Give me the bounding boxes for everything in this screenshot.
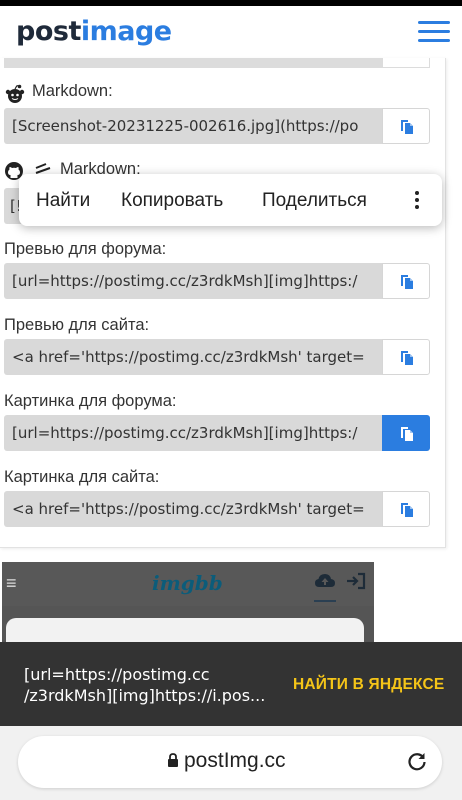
copy-icon <box>401 503 413 517</box>
copy-button[interactable] <box>382 263 430 299</box>
search-in-yandex-button[interactable]: НАЙТИ В ЯНДЕКСЕ <box>293 676 444 694</box>
find-action[interactable]: Найти <box>36 190 90 212</box>
share-action[interactable]: Поделиться <box>262 190 367 212</box>
site-preview-label: Превью для сайта: <box>4 316 150 334</box>
preview-header: ≡ imgbb <box>2 562 374 606</box>
site-header: postimage <box>0 6 462 58</box>
forum-image-field[interactable]: [url=https://postimg.cc/z3rdkMsh][img]ht… <box>4 415 382 451</box>
copy-icon <box>401 275 413 289</box>
preview-imgbb-logo: imgbb <box>152 571 223 595</box>
lock-icon <box>168 753 178 767</box>
search-snackbar: [url=https://postimg.cc /z3rdkMsh][img]h… <box>0 642 462 726</box>
preview-menu-glyph: ≡ <box>6 573 17 593</box>
copy-icon <box>401 351 413 365</box>
reddit-icon <box>5 84 25 103</box>
copy-icon <box>401 427 413 441</box>
login-icon <box>347 572 366 590</box>
more-vertical-icon[interactable] <box>407 188 427 212</box>
snackbar-line-2: /z3rdkMsh][img]https://i.pos... <box>24 686 266 705</box>
logo-text-post: post <box>16 16 81 47</box>
logo-text-image: image <box>80 16 172 47</box>
hamburger-icon[interactable] <box>418 20 450 44</box>
forum-preview-label: Превью для форума: <box>4 240 167 258</box>
preview-tab-indicator <box>314 600 336 602</box>
site-image-label: Картинка для сайта: <box>4 468 160 486</box>
copy-button-active[interactable] <box>382 415 430 451</box>
site-preview-field[interactable]: <a href='https://postimg.cc/z3rdkMsh' ta… <box>4 339 382 375</box>
previous-copy-button[interactable] <box>382 58 430 68</box>
markdown-reddit-label: Markdown: <box>32 82 113 100</box>
browser-bottom-bar: postImg.cc <box>0 726 462 800</box>
forum-preview-field[interactable]: [url=https://postimg.cc/z3rdkMsh][img]ht… <box>4 263 382 299</box>
markdown-reddit-field[interactable]: [Screenshot-20231225-002616.jpg](https:/… <box>4 108 382 144</box>
reload-icon[interactable] <box>406 750 428 772</box>
site-image-field[interactable]: <a href='https://postimg.cc/z3rdkMsh' ta… <box>4 491 382 527</box>
url-text: postImg.cc <box>184 749 286 772</box>
cloud-upload-icon <box>315 574 335 587</box>
previous-link-field[interactable] <box>4 58 382 68</box>
postimage-logo[interactable]: postimage <box>16 16 172 47</box>
snackbar-line-1: [url=https://postimg.cc <box>24 665 210 684</box>
forum-image-label: Картинка для форума: <box>4 392 177 410</box>
uploaded-image-preview[interactable]: ≡ imgbb <box>2 562 374 642</box>
copy-button[interactable] <box>382 108 430 144</box>
copy-action[interactable]: Копировать <box>121 190 223 212</box>
preview-card <box>6 618 364 642</box>
copy-button[interactable] <box>382 491 430 527</box>
copy-button[interactable] <box>382 339 430 375</box>
copy-icon <box>401 120 413 134</box>
snackbar-selected-text: [url=https://postimg.cc /z3rdkMsh][img]h… <box>24 664 278 706</box>
text-selection-toolbar: Найти Копировать Поделиться <box>19 174 442 226</box>
address-bar[interactable]: postImg.cc <box>18 736 442 788</box>
